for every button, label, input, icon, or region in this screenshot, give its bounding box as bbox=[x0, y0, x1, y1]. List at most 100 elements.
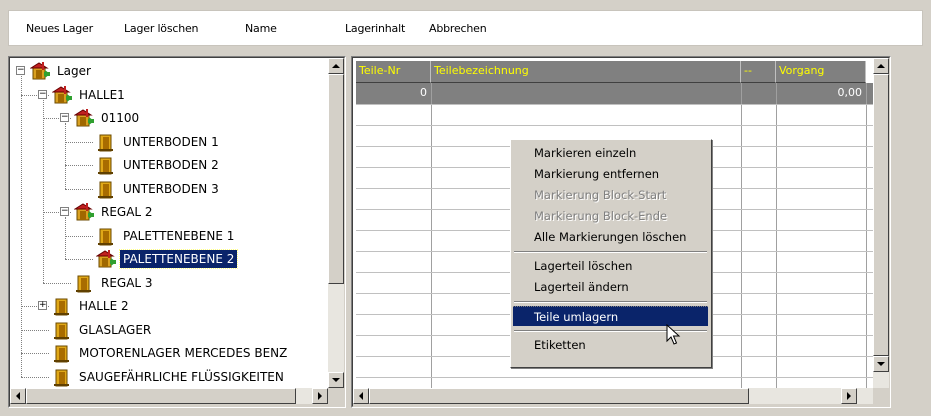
column-header-teile-nr[interactable]: Teile-Nr bbox=[356, 61, 431, 83]
tree-connector bbox=[65, 188, 93, 190]
tree-scroll-left-button[interactable] bbox=[10, 388, 26, 404]
tree-node-label: PALETTENEBENE 1 bbox=[123, 228, 235, 243]
arrow-down-icon bbox=[877, 362, 885, 366]
collapse-minus-icon[interactable]: − bbox=[60, 207, 69, 216]
grid-horizontal-scrollbar[interactable] bbox=[353, 388, 873, 404]
tree-node[interactable]: PALETTENEBENE 1 bbox=[96, 225, 237, 247]
tree-node[interactable]: UNTERBODEN 2 bbox=[96, 154, 222, 176]
tree-scroll-right-button[interactable] bbox=[312, 388, 328, 404]
arrow-right-icon bbox=[318, 392, 322, 400]
storage-shelf-icon bbox=[52, 320, 72, 340]
collapse-minus-icon[interactable]: − bbox=[38, 89, 47, 99]
menu-item-name[interactable]: Name bbox=[245, 22, 277, 35]
tree-node[interactable]: REGAL 2 bbox=[73, 201, 156, 223]
tree-node-label: 01100 bbox=[101, 111, 140, 125]
tree-connector bbox=[65, 165, 93, 166]
tree-node[interactable]: UNTERBODEN 1 bbox=[96, 131, 222, 153]
context-menu-item[interactable]: Teile umlagern bbox=[513, 306, 708, 326]
tree-node[interactable]: HALLE1 bbox=[51, 84, 128, 106]
arrow-left-icon bbox=[359, 392, 363, 400]
tree-scroll-up-button[interactable] bbox=[328, 58, 344, 74]
warehouse-icon bbox=[73, 108, 94, 128]
cell-teilebezeichnung bbox=[431, 83, 741, 104]
column-header-vorgang[interactable]: Vorgang bbox=[776, 61, 866, 83]
context-menu-item: Markierung Block-Start bbox=[534, 188, 667, 202]
tree-node-label: GLASLAGER bbox=[79, 322, 152, 337]
grid-scroll-down-button[interactable] bbox=[873, 356, 889, 372]
tree-node[interactable]: PALETTENEBENE 2 bbox=[95, 248, 239, 270]
arrow-up-icon bbox=[332, 64, 340, 68]
tree-node[interactable]: REGAL 3 bbox=[74, 272, 156, 294]
grid-column-line bbox=[776, 83, 777, 388]
tree-node[interactable]: HALLE 2 bbox=[52, 295, 132, 317]
tree-node[interactable]: UNTERBODEN 3 bbox=[96, 178, 222, 200]
tree-node[interactable]: MOTORENLAGER MERCEDES BENZ bbox=[52, 342, 290, 364]
context-menu-item[interactable]: Markieren einzeln bbox=[513, 143, 708, 163]
grid-scroll-up-button[interactable] bbox=[873, 58, 889, 74]
tree-node-label: REGAL 3 bbox=[101, 275, 153, 290]
column-header-flag[interactable]: -- bbox=[741, 61, 776, 83]
context-menu-item: Markierung Block-Ende bbox=[534, 209, 668, 223]
scroll-corner bbox=[873, 388, 889, 404]
storage-tree[interactable]: Lager − HALLE1 − 01100 − UNTERBODEN 1 UNTERBODE… bbox=[10, 58, 328, 388]
tree-vertical-scrollbar[interactable] bbox=[328, 58, 344, 388]
collapse-minus-icon[interactable]: − bbox=[16, 66, 25, 75]
storage-tree-panel: Lager − HALLE1 − 01100 − UNTERBODEN 1 UNTERBODE… bbox=[8, 56, 346, 408]
grid-scroll-left-button[interactable] bbox=[353, 388, 369, 404]
grid-column-line bbox=[431, 83, 432, 388]
mouse-pointer-icon bbox=[666, 324, 681, 345]
tree-node-label: UNTERBODEN 1 bbox=[123, 134, 219, 149]
tree-connector bbox=[65, 259, 93, 260]
menu-item-neues-lager[interactable]: Neues Lager bbox=[26, 22, 93, 35]
tree-vertical-scroll-thumb[interactable] bbox=[328, 74, 344, 284]
storage-shelf-icon bbox=[96, 179, 116, 199]
expand-plus-icon[interactable]: + bbox=[38, 301, 47, 310]
warehouse-icon bbox=[29, 61, 50, 81]
tree-node[interactable]: GLASLAGER bbox=[52, 319, 154, 341]
context-menu-item[interactable]: Markierung entfernen bbox=[513, 164, 708, 184]
tree-node-label: UNTERBODEN 2 bbox=[123, 158, 219, 172]
menu-item-abbrechen[interactable]: Abbrechen bbox=[429, 22, 487, 35]
tree-guide-line bbox=[43, 99, 44, 283]
storage-shelf-icon bbox=[96, 155, 116, 175]
tree-guide-line bbox=[65, 123, 66, 189]
column-header-teilebezeichnung[interactable]: Teilebezeichnung bbox=[431, 61, 741, 83]
grid-row-line bbox=[356, 104, 873, 105]
tree-guide-line bbox=[21, 76, 22, 377]
context-menu-item[interactable]: Alle Markierungen löschen bbox=[513, 227, 708, 247]
tree-node[interactable]: SAUGEFÄHRLICHE FLÜSSIGKEITEN bbox=[52, 366, 287, 388]
storage-shelf-icon bbox=[52, 296, 72, 316]
tree-guide-line bbox=[65, 217, 66, 259]
grid-vertical-scroll-thumb[interactable] bbox=[873, 74, 889, 356]
grid-row-line bbox=[356, 377, 873, 378]
menu-bar: Neues Lager Lager löschen Name Lagerinha… bbox=[8, 10, 923, 46]
menu-separator bbox=[514, 301, 707, 303]
tree-connector bbox=[43, 282, 71, 284]
collapse-minus-icon[interactable]: − bbox=[60, 113, 69, 122]
tree-scroll-down-button[interactable] bbox=[328, 372, 344, 388]
tree-horizontal-scroll-thumb[interactable] bbox=[26, 388, 296, 404]
cell-vorgang: 0,00 bbox=[837, 86, 863, 99]
tree-node-label: HALLE 2 bbox=[79, 299, 129, 313]
menu-item-lager-loeschen[interactable]: Lager löschen bbox=[124, 22, 199, 35]
tree-node[interactable]: Lager bbox=[29, 60, 94, 82]
grid-column-line bbox=[866, 83, 867, 388]
tree-node[interactable]: 01100 bbox=[73, 107, 142, 129]
storage-shelf-icon bbox=[52, 367, 72, 387]
menu-item-lagerinhalt[interactable]: Lagerinhalt bbox=[345, 22, 405, 35]
tree-node-label: REGAL 2 bbox=[101, 205, 153, 219]
table-row[interactable]: 0 0,00 bbox=[356, 83, 873, 104]
tree-node-label: UNTERBODEN 3 bbox=[123, 181, 219, 196]
cell-teile-nr: 0 bbox=[420, 86, 427, 99]
tree-horizontal-scrollbar[interactable] bbox=[10, 388, 328, 404]
context-menu-item[interactable]: Lagerteil löschen bbox=[513, 256, 708, 276]
grid-scroll-right-button[interactable] bbox=[841, 388, 857, 404]
scroll-corner bbox=[328, 388, 344, 404]
grid-horizontal-scroll-thumb[interactable] bbox=[369, 388, 749, 404]
storage-shelf-icon bbox=[96, 132, 116, 152]
arrow-right-icon bbox=[847, 392, 851, 400]
grid-vertical-scrollbar[interactable] bbox=[873, 58, 889, 388]
grid-row-line bbox=[356, 125, 873, 126]
context-menu-item[interactable]: Lagerteil ändern bbox=[513, 277, 708, 297]
tree-node-label: PALETTENEBENE 2 bbox=[118, 249, 239, 269]
